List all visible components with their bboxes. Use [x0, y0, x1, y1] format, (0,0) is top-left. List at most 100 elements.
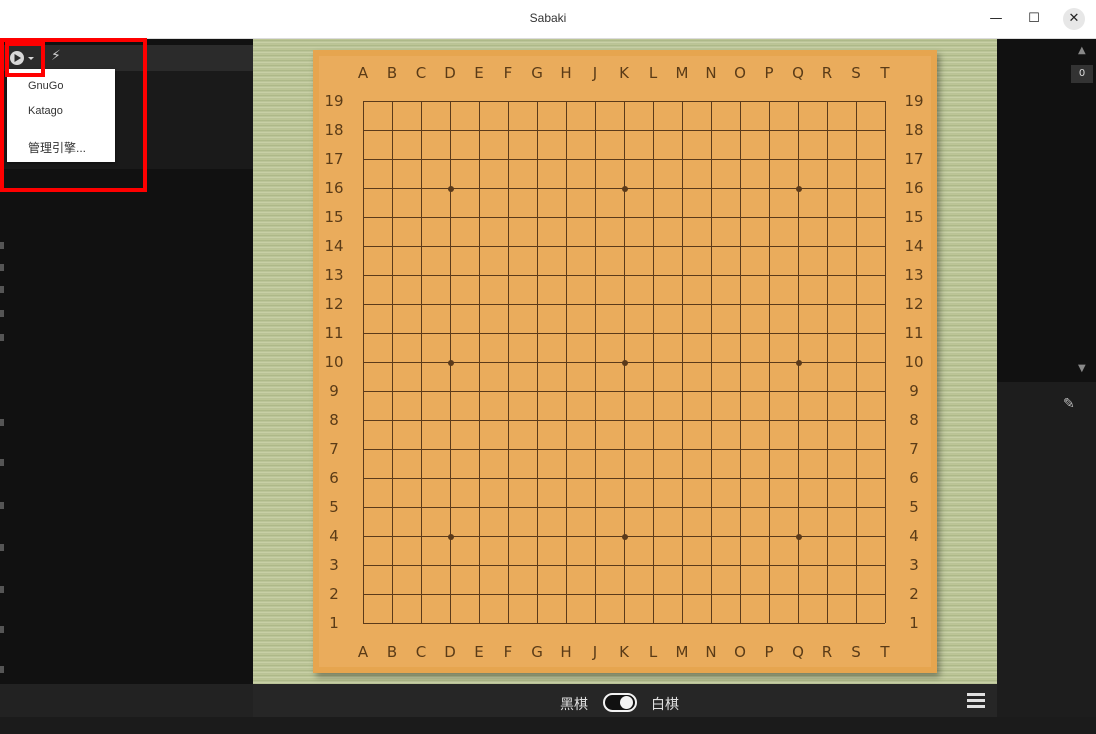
row-label-left-10: 10	[324, 353, 344, 371]
left-bottom-bar	[0, 684, 253, 717]
column-label-top-D: D	[444, 64, 456, 82]
row-label-left-12: 12	[324, 295, 344, 313]
row-label-right-2: 2	[909, 585, 919, 603]
row-label-left-1: 1	[329, 614, 339, 632]
column-label-bottom-Q: Q	[792, 643, 804, 661]
row-label-right-11: 11	[904, 324, 924, 342]
column-label-top-F: F	[503, 64, 513, 82]
go-board[interactable]: A A B B C C D D E E F F G G H H J J K K L L M M N N O O P P Q Q R R S S T T 19…	[313, 50, 937, 673]
column-label-bottom-G: G	[531, 643, 543, 661]
grid-line-horizontal	[363, 565, 885, 566]
grid-line-vertical	[711, 101, 712, 623]
column-label-top-C: C	[415, 64, 427, 82]
column-label-top-A: A	[357, 64, 369, 82]
right-sidebar: ▲ 0 ▼ ✎	[997, 39, 1096, 717]
column-label-top-O: O	[734, 64, 746, 82]
row-label-left-11: 11	[324, 324, 344, 342]
star-point	[447, 185, 454, 192]
black-player-label: 黑棋	[560, 697, 588, 713]
star-point	[795, 533, 802, 540]
column-label-top-J: J	[592, 64, 598, 82]
column-label-top-E: E	[474, 64, 484, 82]
column-label-bottom-O: O	[734, 643, 746, 661]
row-label-left-7: 7	[329, 440, 339, 458]
column-label-bottom-A: A	[357, 643, 369, 661]
row-label-left-6: 6	[329, 469, 339, 487]
grid-line-horizontal	[363, 420, 885, 421]
grid-line-vertical	[653, 101, 654, 623]
row-label-left-5: 5	[329, 498, 339, 516]
row-label-right-1: 1	[909, 614, 919, 632]
column-label-bottom-J: J	[592, 643, 598, 661]
game-tree-graph[interactable]: ▲ 0 ▼	[997, 39, 1096, 382]
column-label-top-L: L	[648, 64, 658, 82]
row-label-left-14: 14	[324, 237, 344, 255]
star-point	[447, 533, 454, 540]
row-label-left-2: 2	[329, 585, 339, 603]
column-label-top-P: P	[764, 64, 774, 82]
grid-line-vertical	[827, 101, 828, 623]
scroll-down-icon[interactable]: ▼	[1078, 363, 1086, 374]
row-label-left-17: 17	[324, 150, 344, 168]
column-label-top-T: T	[880, 64, 890, 82]
row-label-left-9: 9	[329, 382, 339, 400]
row-label-left-19: 19	[324, 92, 344, 110]
row-label-right-3: 3	[909, 556, 919, 574]
row-label-right-18: 18	[904, 121, 924, 139]
row-label-right-6: 6	[909, 469, 919, 487]
grid-line-vertical	[682, 101, 683, 623]
pencil-icon[interactable]: ✎	[1063, 396, 1075, 412]
row-label-right-4: 4	[909, 527, 919, 545]
column-label-bottom-S: S	[851, 643, 861, 661]
column-label-top-S: S	[851, 64, 861, 82]
row-label-left-15: 15	[324, 208, 344, 226]
column-label-top-Q: Q	[792, 64, 804, 82]
column-label-bottom-K: K	[619, 643, 629, 661]
maximize-button[interactable]: ☐	[1022, 8, 1046, 30]
row-label-left-13: 13	[324, 266, 344, 284]
column-label-top-M: M	[675, 64, 689, 82]
grid-line-vertical	[885, 101, 886, 623]
column-label-bottom-F: F	[503, 643, 513, 661]
column-label-top-R: R	[821, 64, 833, 82]
column-label-bottom-N: N	[705, 643, 717, 661]
row-label-right-9: 9	[909, 382, 919, 400]
row-label-right-12: 12	[904, 295, 924, 313]
column-label-bottom-H: H	[560, 643, 572, 661]
move-counter: 0	[1071, 65, 1093, 83]
close-button[interactable]: ✕	[1063, 8, 1085, 30]
column-label-bottom-B: B	[386, 643, 398, 661]
minimize-button[interactable]: —	[984, 8, 1008, 30]
column-label-bottom-E: E	[474, 643, 484, 661]
row-label-right-17: 17	[904, 150, 924, 168]
column-label-bottom-R: R	[821, 643, 833, 661]
column-label-top-K: K	[619, 64, 629, 82]
player-turn-toggle[interactable]	[603, 693, 637, 712]
column-label-top-B: B	[386, 64, 398, 82]
row-label-right-7: 7	[909, 440, 919, 458]
window-title: Sabaki	[529, 11, 567, 25]
row-label-right-8: 8	[909, 411, 919, 429]
title-bar: Sabaki — ☐ ✕	[0, 0, 1096, 39]
star-point	[621, 185, 628, 192]
grid-line-vertical	[740, 101, 741, 623]
column-label-top-G: G	[531, 64, 543, 82]
column-label-bottom-D: D	[444, 643, 456, 661]
star-point	[795, 359, 802, 366]
star-point	[621, 359, 628, 366]
grid-line-horizontal	[363, 623, 885, 624]
column-label-top-H: H	[560, 64, 572, 82]
scroll-up-icon[interactable]: ▲	[1078, 45, 1086, 56]
grid-line-horizontal	[363, 449, 885, 450]
grid-line-horizontal	[363, 594, 885, 595]
column-label-bottom-T: T	[880, 643, 890, 661]
star-point	[621, 533, 628, 540]
row-label-left-4: 4	[329, 527, 339, 545]
hamburger-menu-icon[interactable]	[967, 693, 985, 708]
row-label-right-15: 15	[904, 208, 924, 226]
row-label-left-8: 8	[329, 411, 339, 429]
grid-line-horizontal	[363, 507, 885, 508]
row-label-right-19: 19	[904, 92, 924, 110]
toggle-knob	[620, 696, 633, 709]
star-point	[795, 185, 802, 192]
